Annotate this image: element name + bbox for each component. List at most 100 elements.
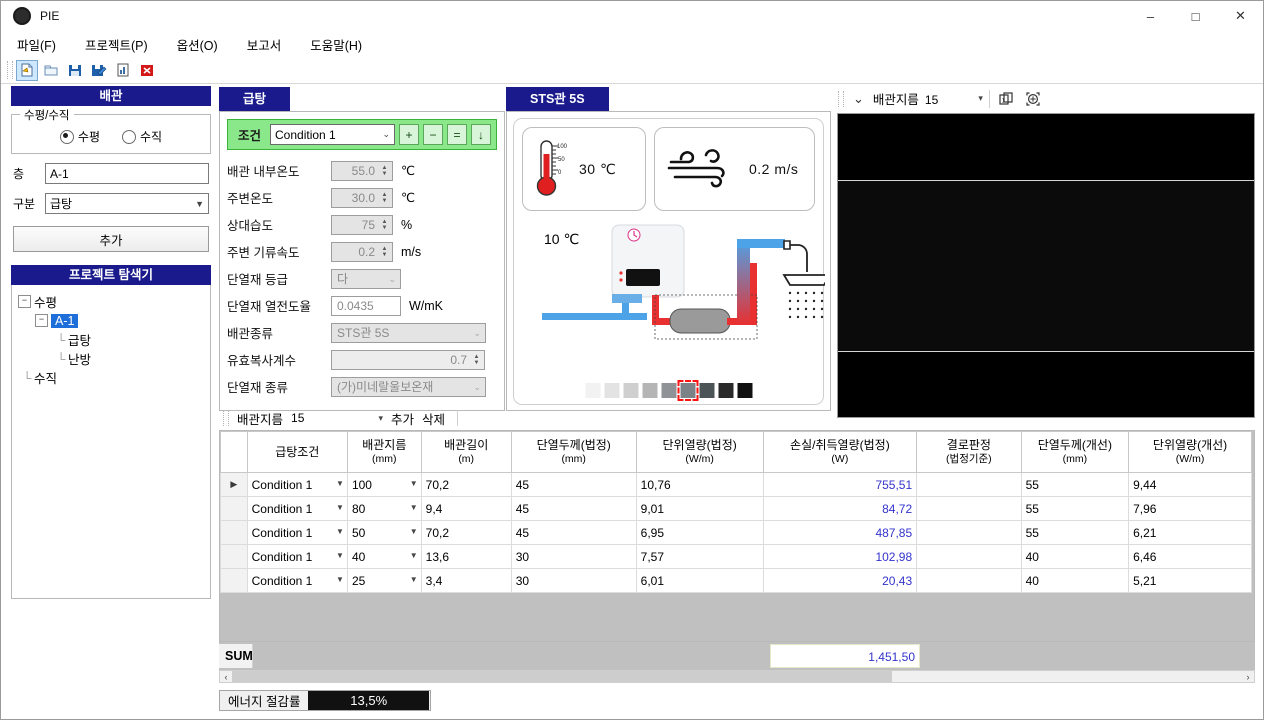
swatch-2[interactable]	[604, 383, 619, 398]
cell-length[interactable]: 70,2	[420, 520, 512, 545]
cell-unitheat-improved[interactable]: 6,46	[1128, 544, 1252, 569]
close-button[interactable]: ✕	[1218, 1, 1263, 31]
cell-condition[interactable]: Condition 1 ▼	[246, 568, 348, 593]
pipe-inner-temp-input[interactable]: 55.0 ▲ ▼	[331, 160, 393, 181]
col-loss-legal[interactable]: 손실/취득열량(법정) (W)	[762, 431, 918, 473]
swatch-7[interactable]	[699, 383, 714, 398]
cell-length[interactable]: 3,4	[420, 568, 512, 593]
condition-add-button[interactable]: +	[399, 124, 419, 145]
cell-unitheat-legal[interactable]: 10,76	[635, 472, 764, 497]
spinner-icon[interactable]: ▲ ▼	[378, 217, 391, 233]
menu-project[interactable]: 프로젝트(P)	[81, 32, 160, 57]
preview-diameter-select[interactable]: 배관지름 15 ▾	[873, 89, 983, 108]
tree-expander[interactable]: −	[35, 314, 48, 327]
cell-diameter[interactable]: 40 ▼	[346, 544, 422, 569]
floor-input[interactable]: A-1	[45, 163, 209, 184]
table-row[interactable]: Condition 1 ▼ 25 ▼ 3,4 30 6,01 20,43 40 5,…	[220, 568, 1252, 593]
scroll-right-arrow[interactable]: ›	[1242, 672, 1254, 682]
cell-loss-legal[interactable]: 20,43	[762, 568, 918, 593]
menu-help[interactable]: 도움말(H)	[306, 32, 374, 57]
cell-unitheat-improved[interactable]: 6,21	[1128, 520, 1252, 545]
cell-loss-legal[interactable]: 84,72	[762, 496, 918, 521]
chevron-down-icon[interactable]: ⌄	[850, 91, 867, 107]
cell-condition[interactable]: Condition 1 ▼	[246, 544, 348, 569]
radio-horizontal[interactable]: 수평	[59, 128, 100, 145]
spinner-icon[interactable]: ▲ ▼	[470, 352, 483, 368]
swatch-8[interactable]	[718, 383, 733, 398]
tree-node-a1[interactable]: − A-1	[18, 311, 204, 330]
cell-thickness-legal[interactable]: 45	[510, 520, 637, 545]
table-row[interactable]: Condition 1 ▼ 80 ▼ 9,4 45 9,01 84,72 55 7,…	[220, 496, 1252, 521]
cell-thickness-legal[interactable]: 30	[510, 568, 637, 593]
division-select[interactable]: 급탕 ▼	[45, 193, 209, 214]
cell-condition[interactable]: Condition 1 ▼	[246, 496, 348, 521]
tree-node-horizontal[interactable]: − 수평	[18, 292, 204, 311]
cell-thickness-improved[interactable]: 40	[1020, 544, 1130, 569]
cell-unitheat-legal[interactable]: 9,01	[635, 496, 764, 521]
cell-condensation[interactable]	[916, 544, 1022, 569]
new-document-icon[interactable]	[16, 59, 38, 81]
col-condensation[interactable]: 결로판정 (법정기준)	[916, 431, 1022, 473]
save-as-icon[interactable]	[88, 60, 110, 81]
relative-humidity-input[interactable]: 75 ▲ ▼	[331, 214, 393, 235]
cell-condition[interactable]: Condition 1 ▼	[246, 472, 348, 497]
insulation-material-select[interactable]: (가)미네랄울보온재 ⌄	[331, 376, 486, 397]
cell-unitheat-improved[interactable]: 5,21	[1128, 568, 1252, 593]
add-button[interactable]: 추가	[13, 226, 209, 252]
scroll-thumb[interactable]	[232, 671, 892, 682]
col-unitheat-improved[interactable]: 단위열량(개선) (W/m)	[1128, 431, 1252, 473]
cell-diameter[interactable]: 100 ▼	[346, 472, 422, 497]
tree-expander[interactable]: −	[18, 295, 31, 308]
spinner-icon[interactable]: ▲ ▼	[378, 244, 391, 260]
tree-node-heating[interactable]: └ 난방	[18, 349, 204, 368]
table-row[interactable]: Condition 1 ▼ 50 ▼ 70,2 45 6,95 487,85 55 …	[220, 520, 1252, 545]
col-thickness-improved[interactable]: 단열두께(개선) (mm)	[1020, 431, 1130, 473]
cell-loss-legal[interactable]: 487,85	[762, 520, 918, 545]
drawing-preview[interactable]	[837, 113, 1255, 418]
cell-thickness-improved[interactable]: 55	[1020, 520, 1130, 545]
spinner-icon[interactable]: ▲ ▼	[378, 190, 391, 206]
cell-unitheat-legal[interactable]: 6,01	[635, 568, 764, 593]
swatch-6-selected[interactable]	[677, 380, 698, 401]
cell-condition[interactable]: Condition 1 ▼	[246, 520, 348, 545]
cell-condensation[interactable]	[916, 472, 1022, 497]
cell-unitheat-improved[interactable]: 7,96	[1128, 496, 1252, 521]
cell-diameter[interactable]: 80 ▼	[346, 496, 422, 521]
pipe-type-select[interactable]: STS관 5S ⌄	[331, 322, 486, 343]
preview-toolbar-grip[interactable]	[838, 90, 844, 107]
grid-add-button[interactable]: 추가	[391, 409, 414, 428]
save-icon[interactable]	[64, 60, 86, 81]
col-thickness-legal[interactable]: 단열두께(법정) (mm)	[510, 431, 637, 473]
cell-condensation[interactable]	[916, 568, 1022, 593]
col-condition[interactable]: 급탕조건	[246, 431, 348, 473]
project-explorer-tree[interactable]: − 수평 − A-1 └ 급탕 └ 난방 └ 수직	[11, 285, 211, 599]
condition-apply-button[interactable]: ↓	[471, 124, 491, 145]
cell-unitheat-legal[interactable]: 7,57	[635, 544, 764, 569]
col-length[interactable]: 배관길이 (m)	[420, 431, 512, 473]
cell-length[interactable]: 13,6	[420, 544, 512, 569]
tab-hotwater[interactable]: 급탕	[219, 87, 291, 111]
tree-node-hotwater[interactable]: └ 급탕	[18, 330, 204, 349]
minimize-button[interactable]: –	[1128, 1, 1173, 31]
scroll-left-arrow[interactable]: ‹	[220, 672, 232, 682]
swatch-5[interactable]	[661, 383, 676, 398]
cell-length[interactable]: 9,4	[420, 496, 512, 521]
condition-select[interactable]: Condition 1 ⌄	[270, 124, 395, 145]
swatch-1[interactable]	[585, 383, 600, 398]
cell-thickness-legal[interactable]: 30	[510, 544, 637, 569]
cell-thickness-improved[interactable]: 55	[1020, 472, 1130, 497]
horizontal-scrollbar[interactable]: ‹ ›	[219, 670, 1255, 683]
cell-unitheat-improved[interactable]: 9,44	[1128, 472, 1252, 497]
ambient-temp-input[interactable]: 30.0 ▲ ▼	[331, 187, 393, 208]
cell-length[interactable]: 70,2	[420, 472, 512, 497]
cell-diameter[interactable]: 25 ▼	[346, 568, 422, 593]
report-chart-icon[interactable]	[112, 60, 134, 81]
table-row[interactable]: Condition 1 ▼ 40 ▼ 13,6 30 7,57 102,98 40 …	[220, 544, 1252, 569]
menu-options[interactable]: 옵션(O)	[173, 32, 230, 57]
cell-diameter[interactable]: 50 ▼	[346, 520, 422, 545]
menu-file[interactable]: 파일(F)	[13, 32, 68, 57]
swatch-4[interactable]	[642, 383, 657, 398]
cell-condensation[interactable]	[916, 520, 1022, 545]
maximize-button[interactable]: □	[1173, 1, 1218, 31]
cell-thickness-legal[interactable]: 45	[510, 496, 637, 521]
